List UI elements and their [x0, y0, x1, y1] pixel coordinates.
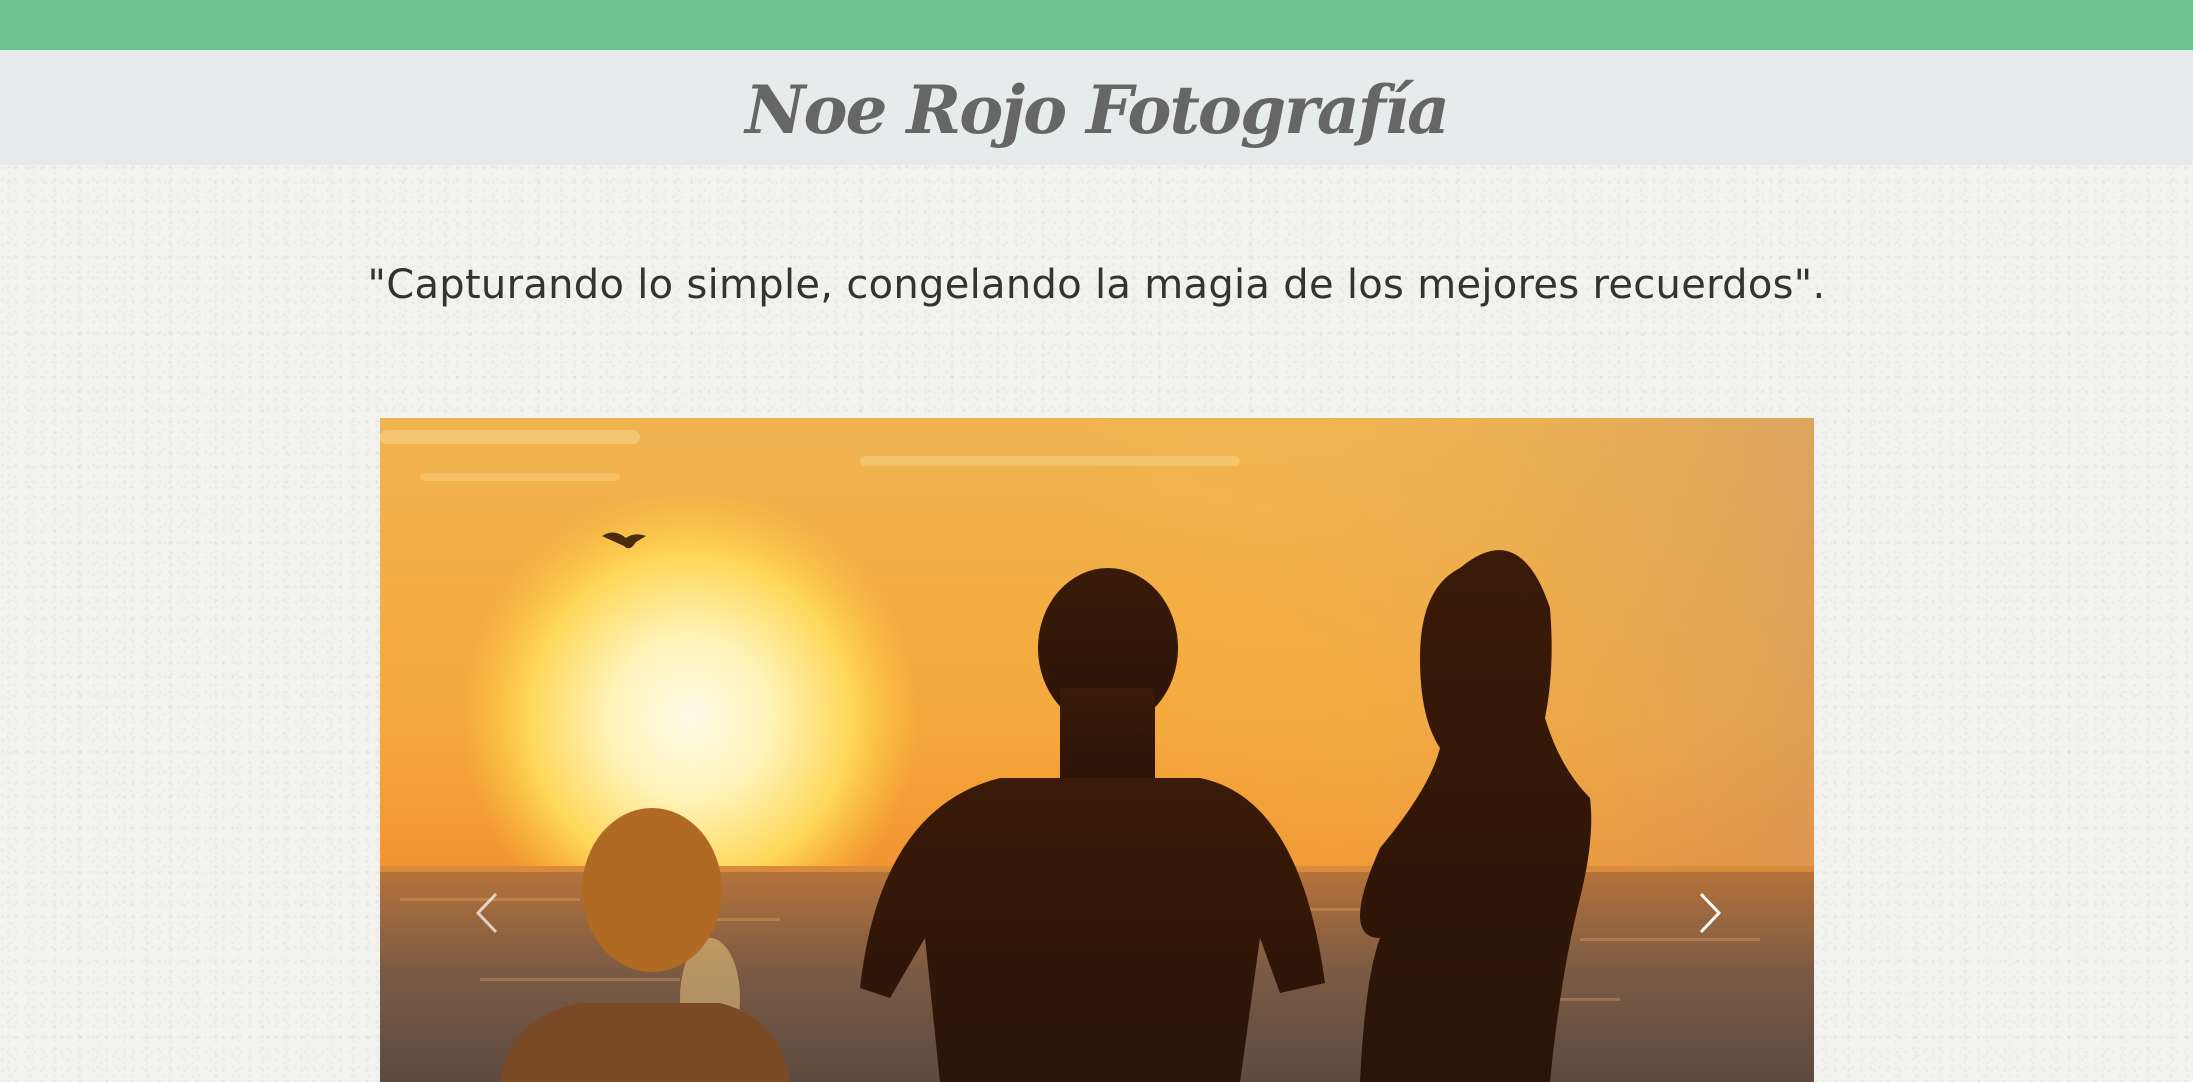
site-title[interactable]: Noe Rojo Fotografía [745, 73, 1450, 143]
photo-carousel[interactable] [380, 418, 1814, 1082]
chevron-left-icon [475, 892, 498, 934]
top-accent-bar [0, 0, 2193, 50]
chevron-right-icon [1699, 892, 1722, 934]
carousel-next-button[interactable] [1675, 873, 1745, 953]
site-header: Noe Rojo Fotografía [0, 50, 2193, 165]
carousel-prev-button[interactable] [452, 873, 522, 953]
slide-photo [380, 418, 1814, 1082]
tagline: "Capturando lo simple, congelando la mag… [367, 262, 1826, 308]
